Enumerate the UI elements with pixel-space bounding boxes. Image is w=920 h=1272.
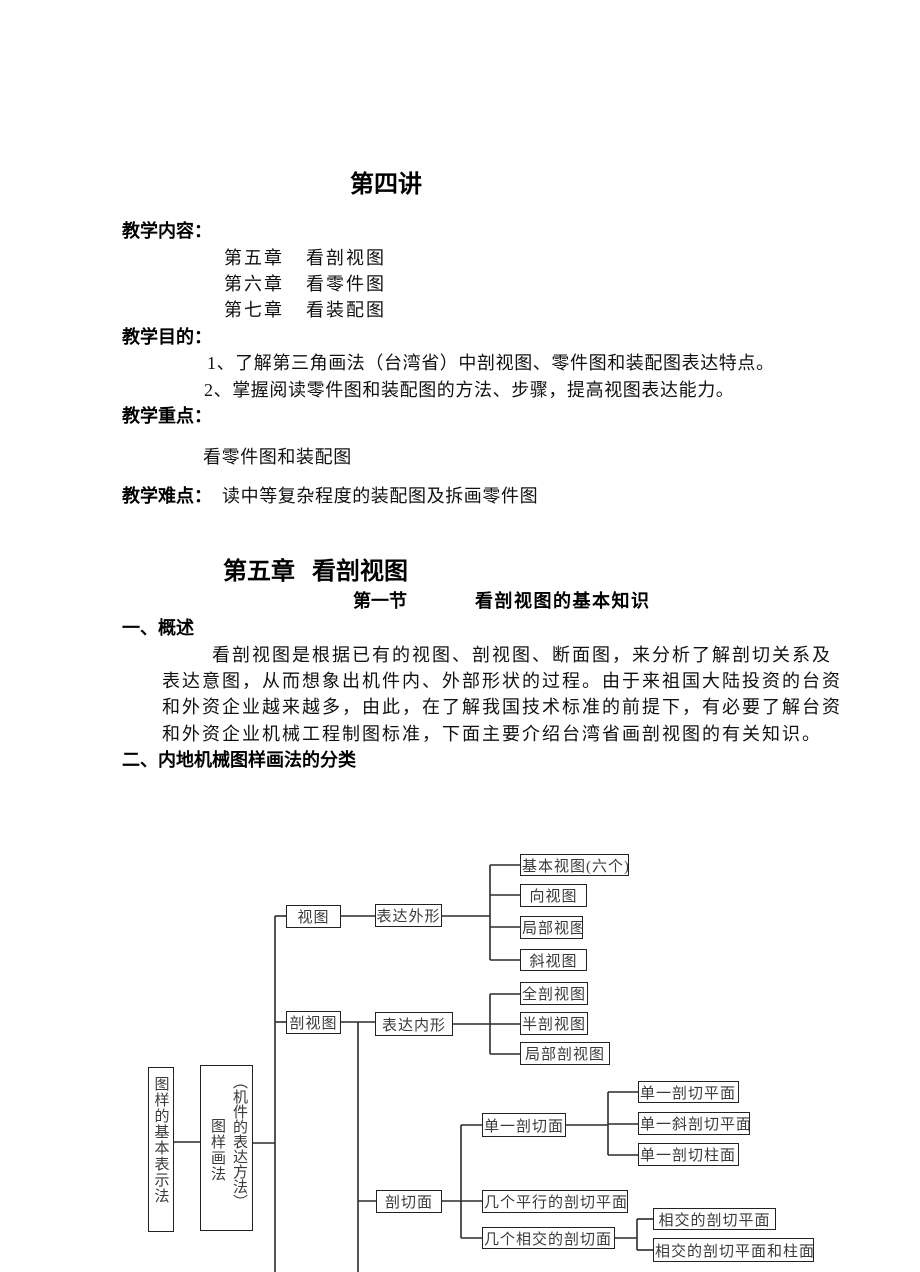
diagram-method-node: （机件的表达方法） 图样画法 <box>200 1065 253 1231</box>
node-single-cutting-plane: 单一剖切面 <box>482 1113 566 1137</box>
node-sectional-type: 局部剖视图 <box>520 1042 610 1065</box>
node-view-type: 斜视图 <box>520 949 587 971</box>
node-views-purpose: 表达外形 <box>375 904 442 927</box>
node-intersecting-type: 相交的剖切平面和柱面 <box>653 1238 814 1262</box>
node-sectional-views: 剖视图 <box>286 1011 341 1034</box>
method-note: （机件的表达方法） <box>231 1074 247 1209</box>
node-intersecting-type: 相交的剖切平面 <box>653 1208 776 1230</box>
diagram-connectors <box>174 864 653 1272</box>
diagram-root-node: 图样的基本表示法 <box>148 1067 174 1232</box>
node-sectional-type: 半剖视图 <box>520 1012 588 1035</box>
node-sectional-type: 全剖视图 <box>520 982 588 1005</box>
node-sectional-purpose: 表达内形 <box>375 1012 453 1036</box>
node-view-type: 局部视图 <box>520 916 583 939</box>
node-views: 视图 <box>286 905 341 928</box>
node-view-type: 基本视图(六个) <box>520 854 629 876</box>
node-single-plane-type: 单一剖切柱面 <box>638 1143 739 1166</box>
root-label: 图样的基本表示法 <box>152 1076 169 1204</box>
node-single-plane-type: 单一剖切平面 <box>638 1081 739 1103</box>
node-cutting-planes: 剖切面 <box>376 1190 442 1213</box>
node-parallel-cutting-planes: 几个平行的剖切平面 <box>482 1190 628 1213</box>
node-view-type: 向视图 <box>520 884 587 907</box>
method-label: 图样画法 <box>209 1118 225 1182</box>
node-intersecting-cutting-planes: 几个相交的剖切面 <box>482 1227 615 1249</box>
node-single-plane-type: 单一斜剖切平面 <box>638 1112 750 1135</box>
